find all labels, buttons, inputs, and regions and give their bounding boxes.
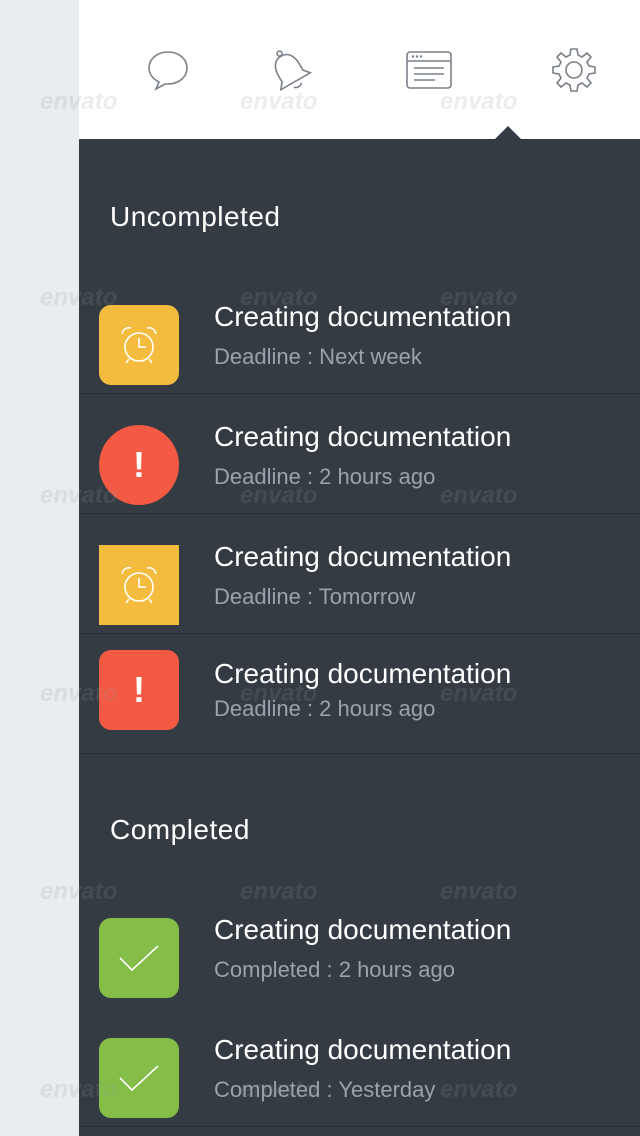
task-status-badge: [99, 918, 179, 998]
task-completed-time: Completed : Yesterday: [214, 1077, 436, 1102]
bell-icon: [274, 50, 313, 92]
task-title: Creating documentation: [214, 658, 512, 689]
exclamation-icon: !: [133, 669, 145, 710]
task-item[interactable]: Creating documentation Completed : Yeste…: [79, 1007, 640, 1127]
browser-window-icon: [406, 51, 452, 89]
settings-tab[interactable]: [542, 38, 606, 102]
gear-icon: [552, 48, 596, 92]
section-title-completed: Completed: [110, 814, 250, 845]
task-panel: Uncompleted Creating documentation Deadl…: [79, 139, 640, 1136]
checkmark-icon: [119, 945, 159, 972]
task-deadline: Deadline : Tomorrow: [214, 584, 416, 609]
task-deadline: Deadline : 2 hours ago: [214, 464, 436, 489]
checkmark-icon: [119, 1065, 159, 1092]
task-item[interactable]: Creating documentation Completed : 2 hou…: [79, 887, 640, 1006]
task-title: Creating documentation: [214, 541, 512, 572]
alarm-clock-icon: [121, 566, 157, 604]
background-strip: [0, 0, 79, 1136]
top-navigation-bar: [79, 0, 640, 139]
exclamation-icon: !: [133, 444, 145, 485]
active-tab-pointer: [495, 126, 521, 139]
task-status-badge: [99, 545, 179, 625]
task-deadline: Deadline : Next week: [214, 344, 422, 369]
task-title: Creating documentation: [214, 1034, 512, 1065]
task-title: Creating documentation: [214, 914, 512, 945]
notifications-tab[interactable]: [257, 38, 321, 102]
messages-tab[interactable]: [136, 38, 200, 102]
task-status-badge: [99, 1038, 179, 1118]
tasks-tab[interactable]: [397, 38, 461, 102]
task-item[interactable]: ! Creating documentation Deadline : 2 ho…: [79, 634, 640, 754]
task-item[interactable]: Creating documentation Deadline : Next w…: [79, 274, 640, 394]
alarm-clock-icon: [121, 326, 157, 364]
task-completed-time: Completed : 2 hours ago: [214, 957, 455, 982]
task-status-badge: [99, 305, 179, 385]
task-status-badge: !: [99, 425, 179, 505]
chat-bubble-icon: [148, 51, 188, 91]
task-deadline: Deadline : 2 hours ago: [214, 696, 436, 721]
section-title-uncompleted: Uncompleted: [110, 201, 281, 232]
task-item[interactable]: ! Creating documentation Deadline : 2 ho…: [79, 394, 640, 514]
task-title: Creating documentation: [214, 301, 512, 332]
task-status-badge: !: [99, 650, 179, 730]
task-item[interactable]: Creating documentation Deadline : Tomorr…: [79, 514, 640, 634]
task-title: Creating documentation: [214, 421, 512, 452]
